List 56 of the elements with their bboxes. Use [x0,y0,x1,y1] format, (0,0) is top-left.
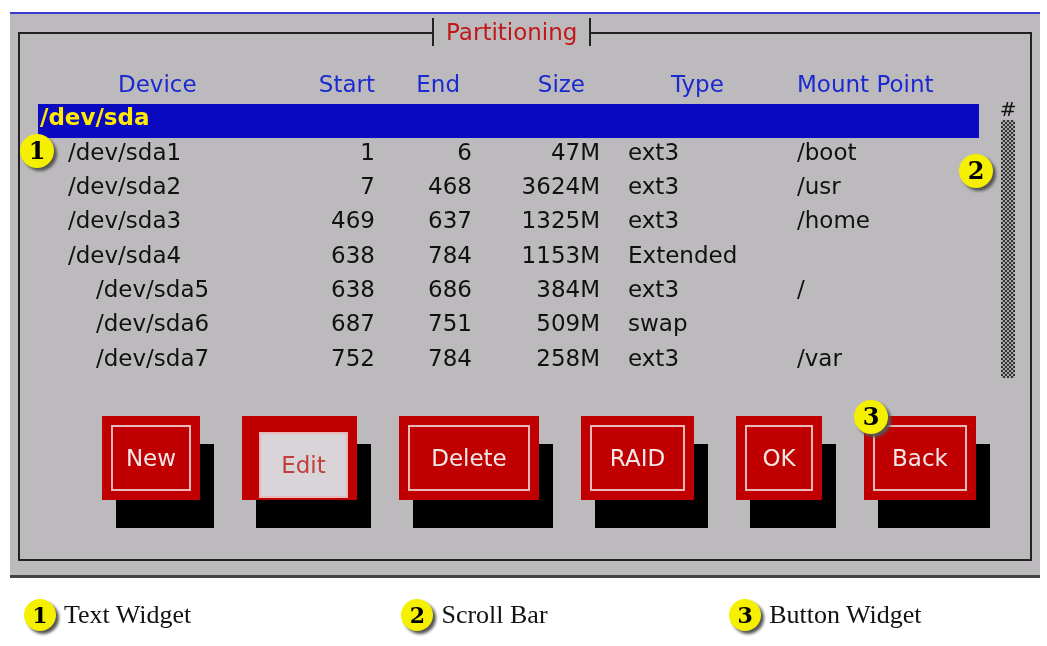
device-cell[interactable]: /dev/sda6 [96,309,210,344]
table-cell-text: 469 [330,206,375,236]
column-header: Mount Point [797,70,935,99]
column-header: Device [117,70,198,99]
table-cell-text: 751 [427,309,472,339]
table-cell-text: 752 [330,343,375,373]
table-cell-text: ext3 [628,206,680,236]
table-cell-text: ext3 [628,274,680,304]
legend-label: Text Widget [64,599,192,631]
table-cell-text: 509M [535,309,600,339]
table-cell-text: 1325M [520,206,600,236]
table-cell-text: Extended [628,240,739,270]
table-cell-text: ext3 [628,172,680,201]
table-cell-text: 3624M [520,172,600,201]
dialog-title: Partitioning [432,18,592,46]
table-cell-text: swap [628,309,689,339]
table-cell-text: 687 [330,309,375,339]
table-cell-text: 468 [427,172,472,201]
device-cell[interactable]: /dev/sda1 [68,137,182,172]
column-header: Size [536,70,586,99]
table-cell-text: 47M [549,137,600,167]
table-cell-text: ext3 [628,137,680,167]
legend-label: Scroll Bar [441,599,548,631]
column-header: Start [317,70,375,99]
device-cell[interactable]: /dev/sda2 [68,172,182,207]
device-cell[interactable]: /dev/sda7 [96,343,210,378]
table-cell-text: 1153M [520,240,600,270]
callout-marker: 3 [729,599,762,631]
table-cell-text: 686 [427,274,472,304]
callout-marker: 1 [24,599,56,631]
column-header: Type [670,70,725,99]
table-cell-text: 638 [330,240,375,270]
callout-marker: 2 [401,599,434,631]
table-cell-text: /boot [797,137,858,167]
table-cell-text: 384M [535,274,600,304]
legend-label: Button Widget [769,599,922,631]
table-cell-text: 784 [427,343,472,373]
disk-row[interactable]: /dev/sda [38,104,979,138]
table-cell-text: 258M [535,343,600,373]
table-cell-text: 1 [359,137,375,167]
table-cell-text: /usr [797,172,842,201]
scrollbar-thumb[interactable]: # [999,98,1017,120]
table-cell-text: /var [797,343,843,373]
device-cell[interactable]: /dev/sda5 [96,274,210,310]
table-cell-text: 784 [427,240,472,270]
table-cell-text: 6 [456,137,472,167]
device-cell[interactable]: /dev/sda3 [68,206,182,241]
scrollbar-track[interactable] [1001,120,1015,378]
column-header: End [415,70,461,99]
table-cell-text: 638 [330,274,375,304]
table-cell-text: /home [797,206,871,236]
table-cell-text: / [797,274,806,304]
device-cell[interactable]: /dev/sda4 [68,240,182,275]
table-cell-text: 637 [427,206,472,236]
table-cell-text: ext3 [628,343,680,373]
table-cell-text: 7 [359,172,375,201]
